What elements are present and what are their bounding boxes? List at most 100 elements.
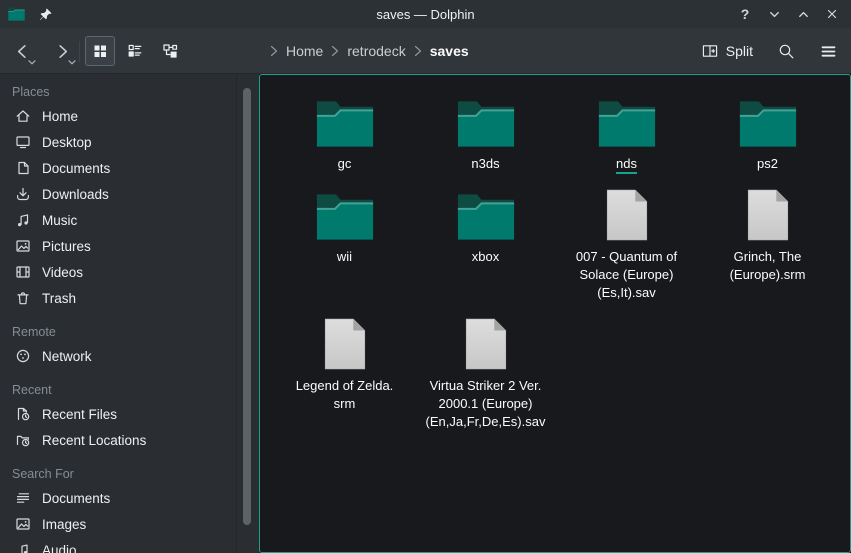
pictures-icon	[15, 238, 31, 254]
file-icon	[606, 187, 648, 241]
nav-buttons	[8, 28, 76, 74]
toolbar-separator	[79, 41, 80, 62]
close-button[interactable]	[821, 3, 843, 25]
folder-icon	[739, 94, 797, 148]
file-icon	[465, 316, 507, 370]
desktop-icon	[15, 134, 31, 150]
item-label: nds	[616, 155, 637, 173]
dropdown-caret-icon[interactable]	[28, 60, 36, 65]
search-documents-icon	[15, 490, 31, 506]
sidebar-item-music[interactable]: Music	[0, 207, 259, 233]
file-grid: gc n3ds nds ps2 wii xbox 007 - Quantum o…	[260, 75, 850, 431]
breadcrumb-chevron-icon	[331, 45, 339, 57]
sidebar-item-label: Home	[42, 109, 78, 124]
folder-icon	[598, 94, 656, 148]
search-audio-icon	[15, 542, 31, 553]
sidebar-item-label: Recent Locations	[42, 433, 146, 448]
breadcrumb-item-home[interactable]: Home	[286, 43, 323, 59]
split-button[interactable]: Split	[702, 43, 753, 59]
sidebar-item-recent-locations[interactable]: Recent Locations	[0, 427, 259, 453]
sidebar-item-label: Recent Files	[42, 407, 117, 422]
sidebar-item-label: Documents	[42, 491, 110, 506]
sidebar-item-home[interactable]: Home	[0, 103, 259, 129]
recent-locations-icon	[15, 432, 31, 448]
sidebar-item-images[interactable]: Images	[0, 511, 259, 537]
recent-files-icon	[15, 406, 31, 422]
toolbar-actions: Split	[702, 28, 837, 74]
sidebar-item-label: Images	[42, 517, 86, 532]
folder-item-n3ds[interactable]: n3ds	[415, 94, 556, 173]
downloads-icon	[15, 186, 31, 202]
breadcrumb-item-saves[interactable]: saves	[430, 43, 469, 59]
places-panel: Places Home Desktop Documents Downloads Music…	[0, 74, 259, 553]
file-item-007-quantum-of[interactable]: 007 - Quantum ofSolace (Europe)(Es,It).s…	[556, 187, 697, 302]
breadcrumb-item-retrodeck[interactable]: retrodeck	[347, 43, 405, 59]
sidebar-item-network[interactable]: Network	[0, 343, 259, 369]
item-label: n3ds	[471, 155, 499, 173]
sidebar-edge	[236, 74, 237, 553]
home-icon	[15, 108, 31, 124]
forward-button[interactable]	[48, 35, 76, 67]
sidebar-item-label: Downloads	[42, 187, 109, 202]
section-header-places: Places	[12, 81, 259, 103]
maximize-button[interactable]	[792, 3, 814, 25]
details-view-button[interactable]	[120, 36, 150, 66]
file-icon	[324, 316, 366, 370]
folder-icon	[457, 94, 515, 148]
help-button[interactable]: ?	[734, 3, 756, 25]
item-label: xbox	[472, 248, 499, 266]
item-label: 007 - Quantum ofSolace (Europe)(Es,It).s…	[576, 248, 677, 302]
breadcrumb-chevron-icon	[414, 45, 422, 57]
trash-icon	[15, 290, 31, 306]
sidebar-item-label: Documents	[42, 161, 110, 176]
file-item-virtua-striker-2-ver[interactable]: Virtua Striker 2 Ver.2000.1 (Europe)(En,…	[415, 316, 556, 431]
sidebar-item-trash[interactable]: Trash	[0, 285, 259, 311]
split-button-label: Split	[726, 43, 753, 59]
sidebar-item-videos[interactable]: Videos	[0, 259, 259, 285]
folder-icon	[316, 94, 374, 148]
view-mode-buttons	[85, 36, 185, 66]
window-controls: ?	[734, 0, 843, 28]
minimize-button[interactable]	[763, 3, 785, 25]
videos-icon	[15, 264, 31, 280]
sidebar-item-recent-files[interactable]: Recent Files	[0, 401, 259, 427]
documents-icon	[15, 160, 31, 176]
file-item-legend-of-zelda[interactable]: Legend of Zelda.srm	[274, 316, 415, 431]
search-icon[interactable]	[778, 43, 795, 60]
tree-view-button[interactable]	[155, 36, 185, 66]
folder-item-gc[interactable]: gc	[274, 94, 415, 173]
item-label: wii	[337, 248, 352, 266]
item-label: Virtua Striker 2 Ver.2000.1 (Europe)(En,…	[426, 377, 546, 431]
file-icon	[747, 187, 789, 241]
section-header-recent: Recent	[12, 379, 259, 401]
folder-app-icon	[8, 7, 25, 21]
window-title: saves — Dolphin	[0, 7, 851, 22]
sidebar-item-documents[interactable]: Documents	[0, 485, 259, 511]
music-icon	[15, 212, 31, 228]
folder-view[interactable]: gc n3ds nds ps2 wii xbox 007 - Quantum o…	[259, 74, 851, 553]
split-view-icon	[702, 43, 718, 59]
folder-item-wii[interactable]: wii	[274, 187, 415, 302]
sidebar-item-documents[interactable]: Documents	[0, 155, 259, 181]
folder-item-ps2[interactable]: ps2	[697, 94, 838, 173]
back-button[interactable]	[8, 35, 36, 67]
folder-item-xbox[interactable]: xbox	[415, 187, 556, 302]
sidebar-item-pictures[interactable]: Pictures	[0, 233, 259, 259]
sidebar-scrollbar[interactable]	[243, 88, 251, 525]
sidebar-item-label: Music	[42, 213, 77, 228]
sidebar-item-label: Desktop	[42, 135, 92, 150]
sidebar-item-downloads[interactable]: Downloads	[0, 181, 259, 207]
sidebar-item-label: Trash	[42, 291, 76, 306]
menu-icon[interactable]	[820, 43, 837, 60]
dropdown-caret-icon[interactable]	[68, 60, 76, 65]
breadcrumb: Home retrodeck saves	[262, 28, 469, 74]
sidebar-item-label: Videos	[42, 265, 83, 280]
sidebar-item-audio[interactable]: Audio	[0, 537, 259, 553]
file-item-grinch-the[interactable]: Grinch, The(Europe).srm	[697, 187, 838, 302]
item-label: gc	[338, 155, 352, 173]
icons-view-button[interactable]	[85, 36, 115, 66]
item-label: ps2	[757, 155, 778, 173]
folder-item-nds[interactable]: nds	[556, 94, 697, 173]
sidebar-item-desktop[interactable]: Desktop	[0, 129, 259, 155]
pin-icon[interactable]	[38, 7, 53, 22]
